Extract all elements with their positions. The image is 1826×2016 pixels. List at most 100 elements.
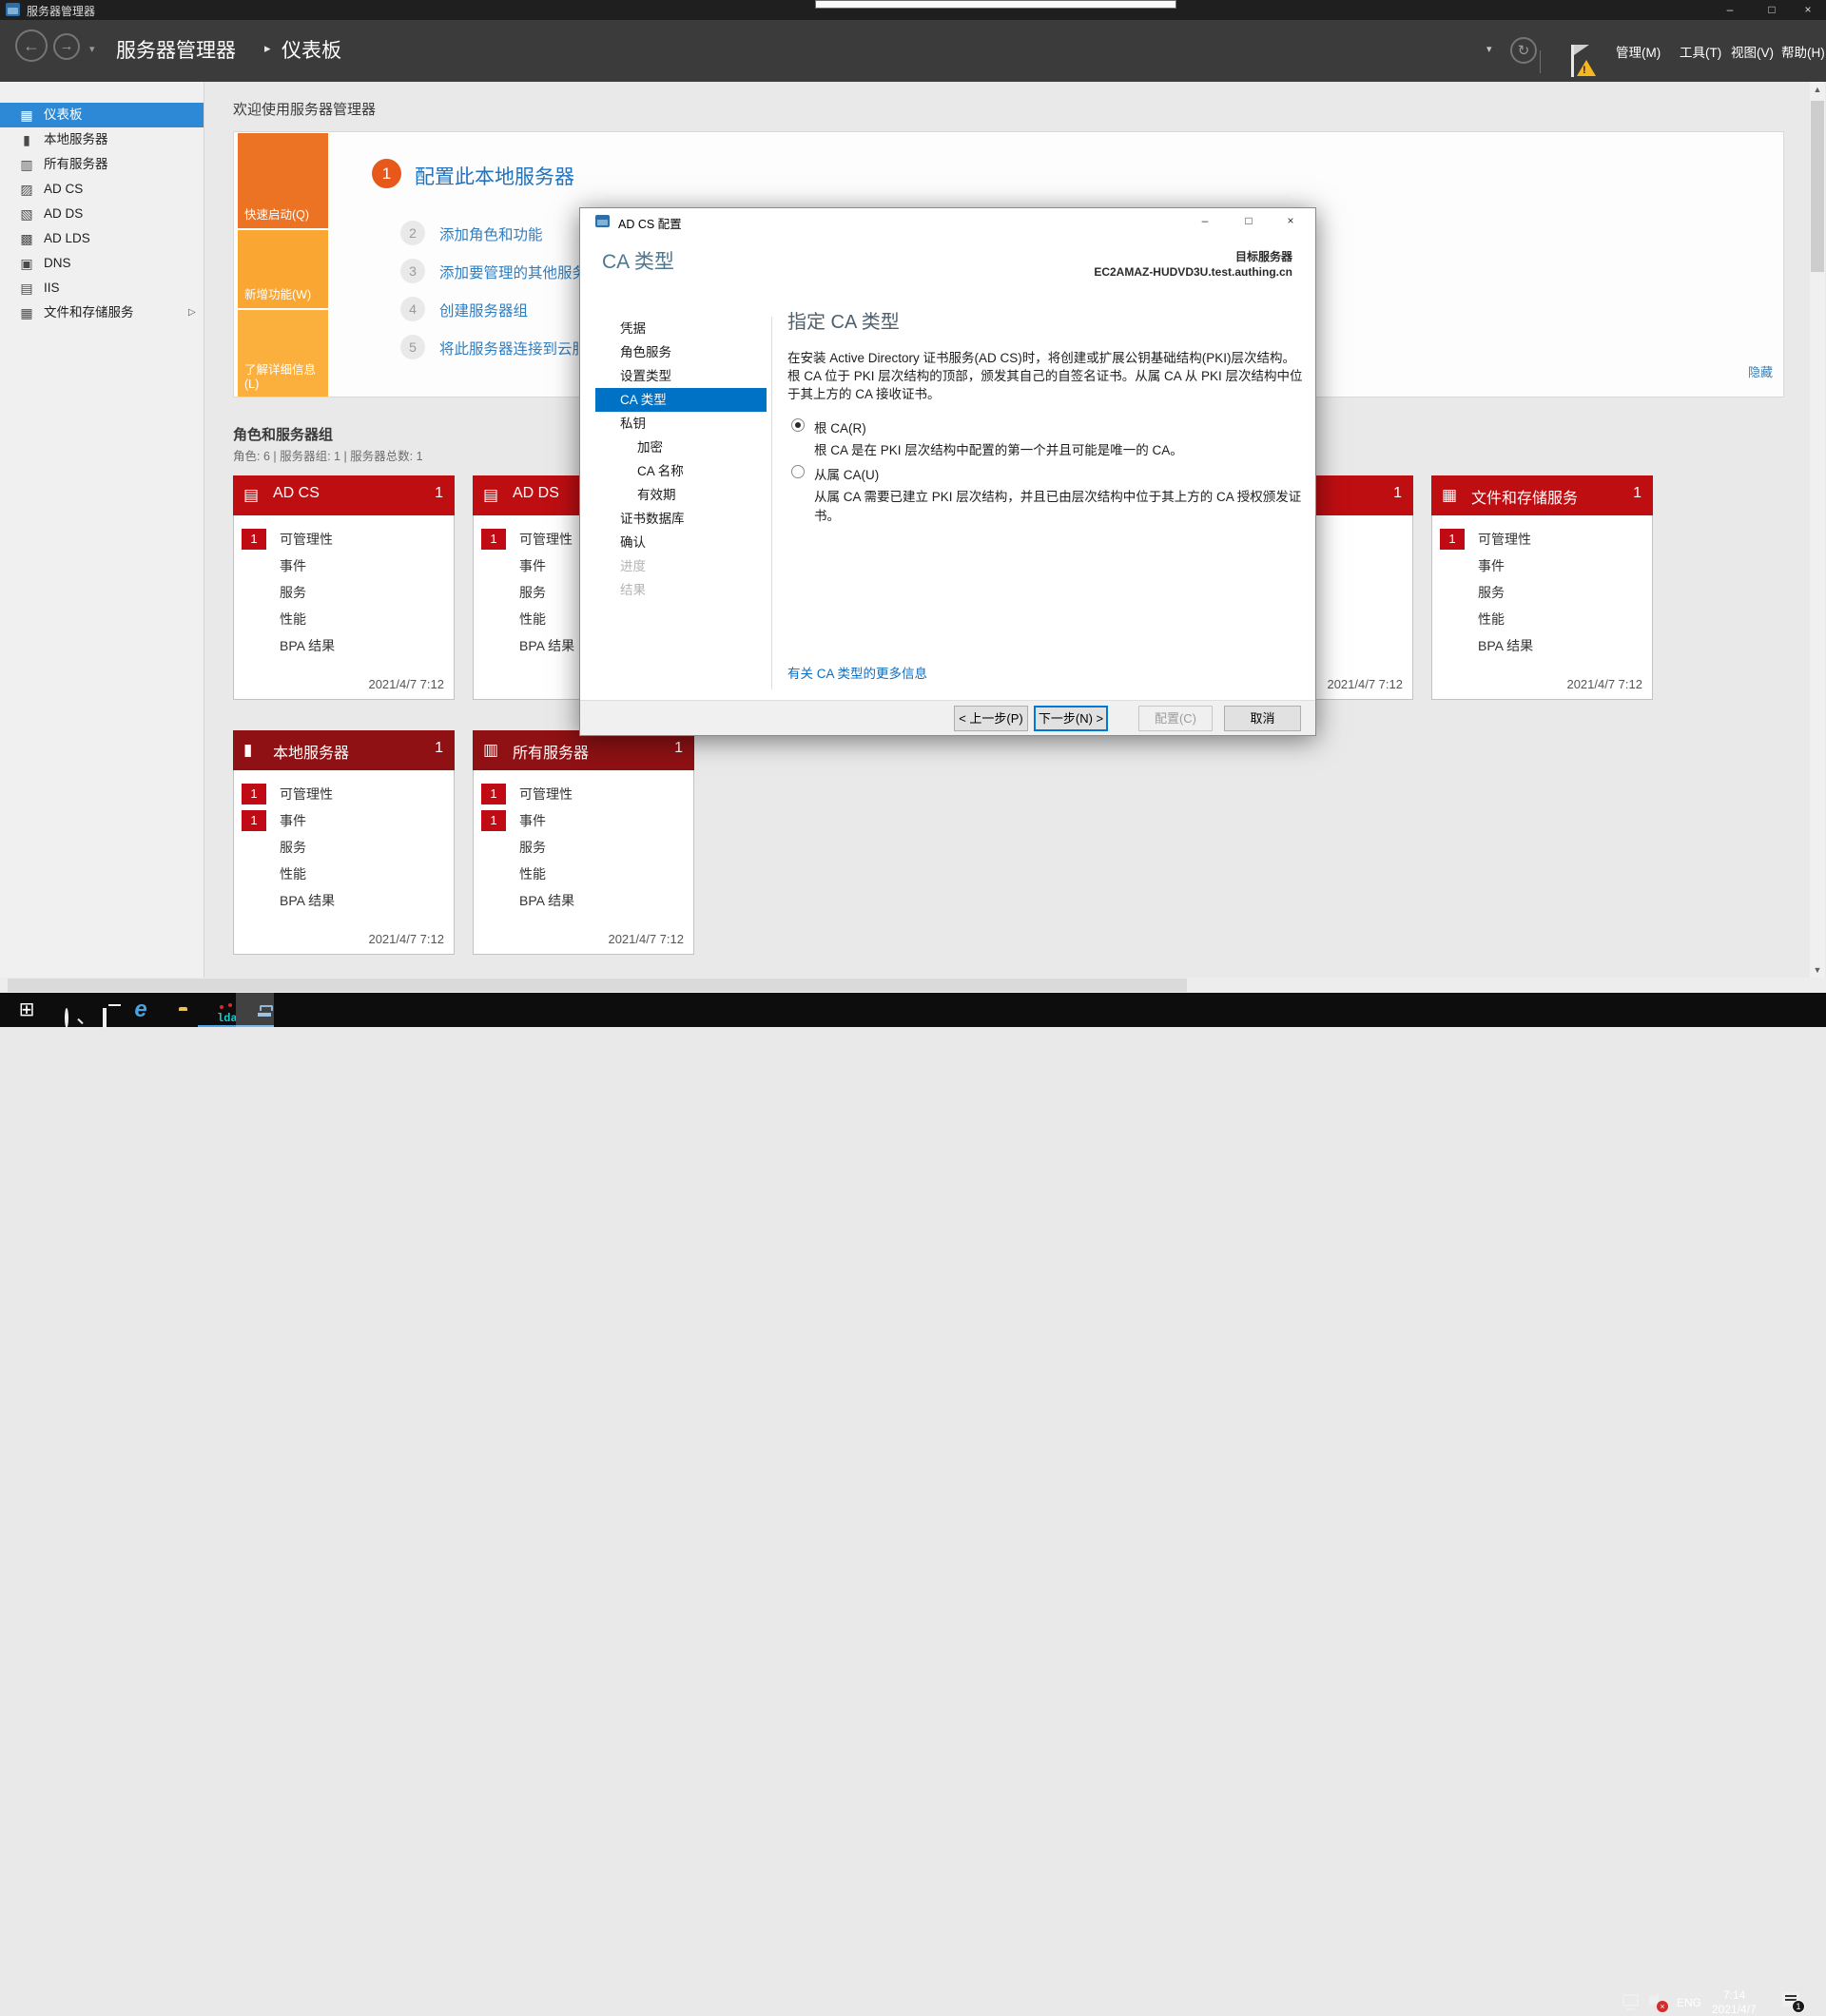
subordinate-ca-label[interactable]: 从属 CA(U) [814,464,879,483]
whats-new-block[interactable]: 新增功能(W) [238,230,328,308]
tile-row[interactable]: 1 事件 [234,807,454,834]
horizontal-scrollbar[interactable] [0,978,1826,993]
sidebar-item-local-server[interactable]: ▮ 本地服务器 [0,127,204,152]
speaker-icon[interactable] [1649,1993,1659,2006]
alert-badge: 1 [242,529,266,550]
file-explorer-button[interactable] [160,993,198,1027]
breadcrumb-root[interactable]: 服务器管理器 [116,35,236,64]
close-icon[interactable]: × [1790,0,1826,20]
forward-icon[interactable]: → [53,33,80,60]
task-view-button[interactable] [84,993,122,1028]
tile-row[interactable]: 1 可管理性 [1432,526,1652,552]
add-servers-link[interactable]: 添加要管理的其他服务器 [439,262,602,282]
tile-row[interactable]: 服务 [1432,579,1652,606]
wizard-step-setup-type[interactable]: 设置类型 [595,364,767,388]
dialog-minimize-icon[interactable]: – [1186,211,1224,232]
hide-link[interactable]: 隐藏 [1748,362,1773,380]
tile-row[interactable]: 事件 [1432,552,1652,579]
configure-button[interactable]: 配置(C) [1138,706,1213,731]
next-button[interactable]: 下一步(N) > [1034,706,1108,731]
wizard-step-ca-name[interactable]: CA 名称 [595,459,767,483]
server-manager-button[interactable] [236,993,274,1027]
menu-help[interactable]: 帮助(H) [1781,42,1825,61]
search-button[interactable] [46,993,84,1028]
tile-row[interactable]: 1 事件 [474,807,693,834]
minimize-icon[interactable]: – [1712,0,1748,20]
back-icon[interactable]: ← [15,29,48,62]
connect-cloud-link[interactable]: 将此服务器连接到云服务 [439,338,602,359]
cancel-button[interactable]: 取消 [1224,706,1301,731]
tile-row[interactable]: 事件 [234,552,454,579]
root-ca-radio[interactable] [791,418,805,432]
tile-header[interactable]: ▦ 文件和存储服务 1 [1431,475,1653,515]
vertical-scrollbar[interactable]: ▲ ▼ [1810,82,1825,978]
dialog-titlebar[interactable]: AD CS 配置 – □ × [580,208,1315,235]
network-icon[interactable] [1622,1994,1639,2010]
tile-row[interactable]: 服务 [234,579,454,606]
sidebar-item-all-servers[interactable]: ▥ 所有服务器 [0,152,204,177]
tile-row[interactable]: 性能 [234,861,454,887]
stray-scrollbar[interactable] [815,0,1176,9]
previous-button[interactable]: < 上一步(P) [954,706,1028,731]
wizard-step-private-key[interactable]: 私钥 [595,412,767,436]
learn-more-block[interactable]: 了解详细信息(L) [238,310,328,397]
root-ca-label[interactable]: 根 CA(R) [814,417,866,436]
sidebar-item-file-storage[interactable]: ▦ 文件和存储服务 ▷ [0,300,204,325]
tile-row[interactable]: BPA 结果 [1432,632,1652,659]
sidebar-item-ad-lds[interactable]: ▩ AD LDS [0,226,204,251]
create-server-group-link[interactable]: 创建服务器组 [439,300,528,320]
menu-view[interactable]: 视图(V) [1731,42,1774,61]
tile-header[interactable]: ▮ 本地服务器 1 [233,730,455,770]
wizard-step-cert-database[interactable]: 证书数据库 [595,507,767,531]
tile-row[interactable]: 性能 [1432,606,1652,632]
tile-row[interactable]: BPA 结果 [234,887,454,914]
wizard-step-role-services[interactable]: 角色服务 [595,340,767,364]
history-caret-icon[interactable]: ▾ [89,43,95,55]
tile-row[interactable]: 1 可管理性 [234,526,454,552]
tile-row[interactable]: BPA 结果 [234,632,454,659]
sidebar-item-dns[interactable]: ▣ DNS [0,251,204,276]
tile-row[interactable]: 性能 [474,861,693,887]
sidebar-item-dashboard[interactable]: ▦ 仪表板 [0,103,204,127]
scroll-up-icon[interactable]: ▲ [1810,82,1825,97]
internet-explorer-button[interactable]: e [122,993,160,1027]
sidebar-item-ad-ds[interactable]: ▧ AD DS [0,202,204,226]
scrollbar-thumb[interactable] [8,979,1187,992]
wizard-step-credentials[interactable]: 凭据 [595,317,767,340]
sidebar-item-iis[interactable]: ▤ IIS [0,276,204,300]
configure-local-server-link[interactable]: 配置此本地服务器 [415,162,574,190]
wizard-step-cryptography[interactable]: 加密 [595,436,767,459]
start-button[interactable]: ⊞ [8,993,46,1027]
tile-row[interactable]: 性能 [234,606,454,632]
wizard-step-confirmation[interactable]: 确认 [595,531,767,554]
scroll-down-icon[interactable]: ▼ [1810,962,1825,978]
notification-flag-icon[interactable]: ! [1569,45,1598,79]
subordinate-ca-radio[interactable] [791,465,805,478]
tile-row[interactable]: 1 可管理性 [474,781,693,807]
tile-header[interactable]: ▥ 所有服务器 1 [473,730,694,770]
tile-row[interactable]: 服务 [474,834,693,861]
dialog-maximize-icon[interactable]: □ [1230,211,1268,232]
menu-tools[interactable]: 工具(T) [1680,42,1721,61]
tile-row[interactable]: 1 可管理性 [234,781,454,807]
tile-row[interactable]: BPA 结果 [474,887,693,914]
language-indicator[interactable]: ENG [1677,1996,1701,2009]
clock-date[interactable]: 2021/4/7 [1712,2003,1757,2016]
tile-row[interactable]: 服务 [234,834,454,861]
ldp-button[interactable]: ldap [198,993,244,1027]
sidebar-item-ad-cs[interactable]: ▨ AD CS [0,177,204,202]
refresh-icon[interactable]: ↻ [1510,37,1537,64]
tile-header[interactable]: ▤ AD CS 1 [233,475,455,515]
notifications-caret-icon[interactable]: ▾ [1486,43,1492,55]
more-info-link[interactable]: 有关 CA 类型的更多信息 [787,663,927,682]
wizard-step-ca-type[interactable]: CA 类型 [595,388,767,412]
clock-time[interactable]: 7:14 [1723,1988,1745,2002]
add-roles-link[interactable]: 添加角色和功能 [439,223,543,244]
quick-start-block[interactable]: 快速启动(Q) [238,133,328,228]
maximize-icon[interactable]: □ [1754,0,1790,20]
expand-icon[interactable]: ▷ [188,300,196,325]
dialog-close-icon[interactable]: × [1272,211,1310,232]
wizard-step-validity[interactable]: 有效期 [595,483,767,507]
scrollbar-thumb[interactable] [1811,101,1824,272]
menu-manage[interactable]: 管理(M) [1616,42,1661,61]
